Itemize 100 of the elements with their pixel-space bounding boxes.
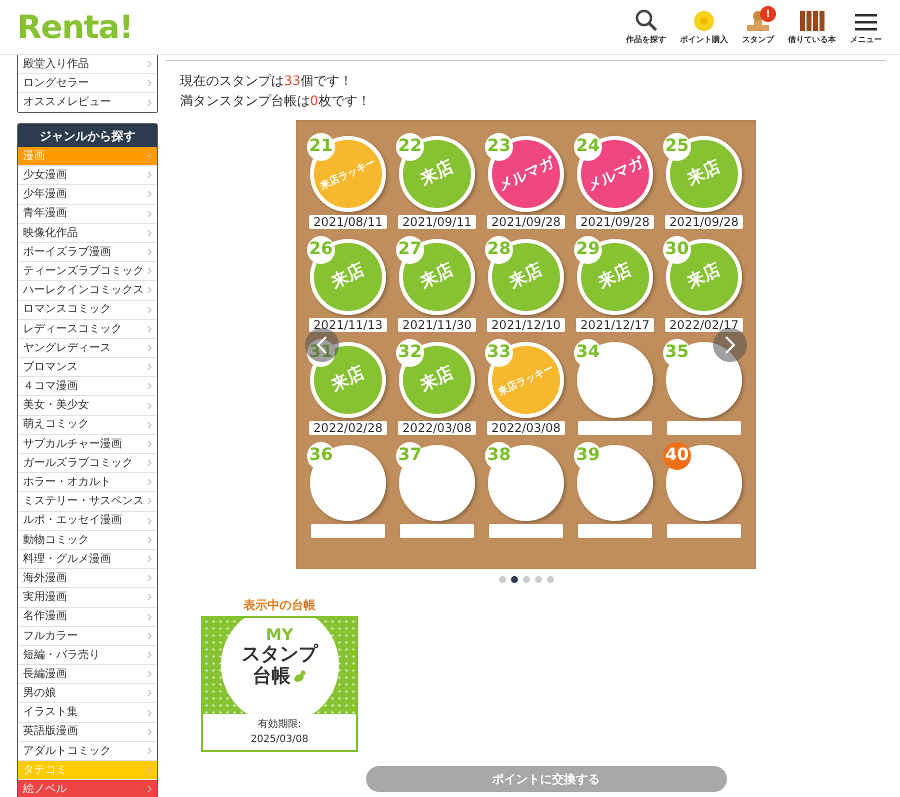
- chevron-icon: [147, 612, 152, 621]
- genre-item[interactable]: ヤングレディース: [18, 338, 157, 358]
- chevron-icon: [147, 152, 152, 160]
- chevron-icon: [147, 497, 152, 506]
- genre-item[interactable]: 男の娘: [18, 684, 157, 704]
- genre-item[interactable]: 映像化作品: [18, 224, 157, 243]
- genre-item[interactable]: ミステリー・サスペンス: [18, 492, 157, 512]
- header-nav-button[interactable]: 借りている本: [788, 10, 836, 46]
- chevron-icon: [147, 516, 152, 525]
- card-my-text: MY: [266, 626, 294, 643]
- search-icon: [634, 8, 658, 32]
- genre-item[interactable]: 動物コミック: [18, 530, 157, 550]
- chevron-icon: [147, 306, 152, 314]
- chevron-icon: [147, 766, 152, 774]
- genre-item[interactable]: 実用漫画: [18, 588, 157, 608]
- chevron-icon: [147, 574, 152, 582]
- chevron-icon: [147, 363, 152, 372]
- stamp-number-badge: 31: [307, 339, 335, 367]
- genre-item[interactable]: ブロマンス: [18, 358, 157, 378]
- genre-item[interactable]: ハーレクインコミックス: [18, 281, 157, 300]
- genre-item[interactable]: ボーイズラブ漫画: [18, 242, 157, 262]
- chevron-icon: [147, 689, 152, 698]
- chevron-icon: [147, 402, 152, 410]
- chevron-icon: [147, 79, 152, 87]
- stamp-date: 2021/09/28: [487, 215, 565, 229]
- current-card-heading: 表示中の台帳: [242, 597, 316, 614]
- sidebar-item[interactable]: 殿堂入り作品: [18, 55, 157, 74]
- sidebar-item[interactable]: ロングセラー: [18, 74, 157, 93]
- expiry-date: 2025/03/08: [250, 733, 308, 747]
- stamp-number-badge: 28: [485, 236, 513, 264]
- genre-item[interactable]: ４コマ漫画: [18, 377, 157, 396]
- genre-item[interactable]: 少年漫画: [18, 185, 157, 205]
- header-nav-button[interactable]: メニュー: [850, 12, 882, 46]
- stamp-date: 2021/11/30: [398, 318, 476, 332]
- card-title-text: スタンプ: [242, 643, 318, 665]
- stamp-number-badge: 38: [485, 442, 513, 470]
- chevron-icon: [147, 267, 152, 276]
- stamp-number-badge: 24: [574, 133, 602, 161]
- stamp-number-badge: 22: [396, 133, 424, 161]
- genre-item[interactable]: 長編漫画: [18, 665, 157, 684]
- stamp-number-badge: 30: [663, 236, 691, 264]
- genre-item[interactable]: ガールズラブコミック: [18, 454, 157, 474]
- genre-item[interactable]: 絵ノベル: [18, 780, 157, 797]
- chevron-icon: [147, 708, 152, 717]
- chevron-icon: [147, 746, 152, 755]
- stamp-date: 2021/12/17: [576, 318, 654, 332]
- stamp-date: 2021/08/11: [309, 215, 387, 229]
- stamp-count-text: 現在のスタンプは33個です！: [180, 73, 354, 91]
- chevron-icon: [147, 171, 152, 180]
- chevron-icon: [147, 785, 152, 794]
- genre-item[interactable]: ロマンスコミック: [18, 300, 157, 320]
- genre-item[interactable]: 名作漫画: [18, 608, 157, 627]
- genre-item[interactable]: ルポ・エッセイ漫画: [18, 512, 157, 531]
- alert-badge: !: [760, 6, 776, 22]
- stamp-number-badge: 34: [574, 339, 602, 367]
- stamp-number-badge: 33: [485, 339, 513, 367]
- header-nav-button[interactable]: ポイント購入: [680, 10, 728, 46]
- chevron-icon: [147, 420, 152, 429]
- chevron-icon: [147, 286, 152, 294]
- genre-item[interactable]: ホラー・オカルト: [18, 473, 157, 492]
- genre-item[interactable]: フルカラー: [18, 626, 157, 646]
- chevron-icon: [147, 478, 152, 486]
- stamp-number-badge: 37: [396, 442, 424, 470]
- genre-item[interactable]: 海外漫画: [18, 569, 157, 588]
- genre-item[interactable]: 英語版漫画: [18, 722, 157, 742]
- genre-heading: ジャンルから探す: [18, 124, 157, 147]
- genre-item[interactable]: レディースコミック: [18, 320, 157, 339]
- stamp-number-badge: 25: [663, 133, 691, 161]
- stamp-date: 2021/09/11: [398, 215, 476, 229]
- chevron-icon: [147, 210, 152, 218]
- sidebar-item[interactable]: オススメレビュー: [18, 93, 157, 112]
- coin-icon: [693, 10, 715, 32]
- stamp-date: 2021/09/28: [576, 215, 654, 229]
- chevron-icon: [147, 98, 152, 106]
- chevron-icon: [147, 382, 152, 390]
- chevron-icon: [147, 459, 152, 468]
- stamp-date: 2021/11/13: [309, 318, 387, 332]
- genre-item[interactable]: ティーンズラブコミック: [18, 262, 157, 282]
- chevron-icon: [147, 344, 152, 352]
- genre-item[interactable]: 少女漫画: [18, 166, 157, 186]
- stamp-date: 2021/12/10: [487, 318, 565, 332]
- genre-item[interactable]: サブカルチャー漫画: [18, 434, 157, 454]
- genre-item[interactable]: 青年漫画: [18, 204, 157, 224]
- chevron-icon: [147, 632, 152, 640]
- stamp-number-badge: 26: [307, 236, 335, 264]
- genre-item[interactable]: イラスト集: [18, 703, 157, 723]
- chevron-icon: [147, 555, 152, 564]
- genre-item[interactable]: 短編・バラ売り: [18, 646, 157, 666]
- expiry-label: 有効期限:: [258, 718, 302, 732]
- menu-icon: [854, 12, 878, 32]
- chevron-icon: [147, 324, 152, 333]
- card-title-text: 台帳: [252, 665, 290, 687]
- header-nav-button[interactable]: 作品を探す: [626, 8, 666, 46]
- chevron-icon: [147, 728, 152, 736]
- genre-item[interactable]: 美女・美少女: [18, 396, 157, 416]
- stamp-number-badge: 40: [663, 442, 691, 470]
- stamp-card[interactable]: MY スタンプ 台帳 有効期限: 2025/03/08: [201, 616, 358, 752]
- genre-item[interactable]: 萌えコミック: [18, 416, 157, 435]
- genre-item[interactable]: 料理・グルメ漫画: [18, 550, 157, 570]
- stamp-date: 2022/03/08: [487, 421, 565, 435]
